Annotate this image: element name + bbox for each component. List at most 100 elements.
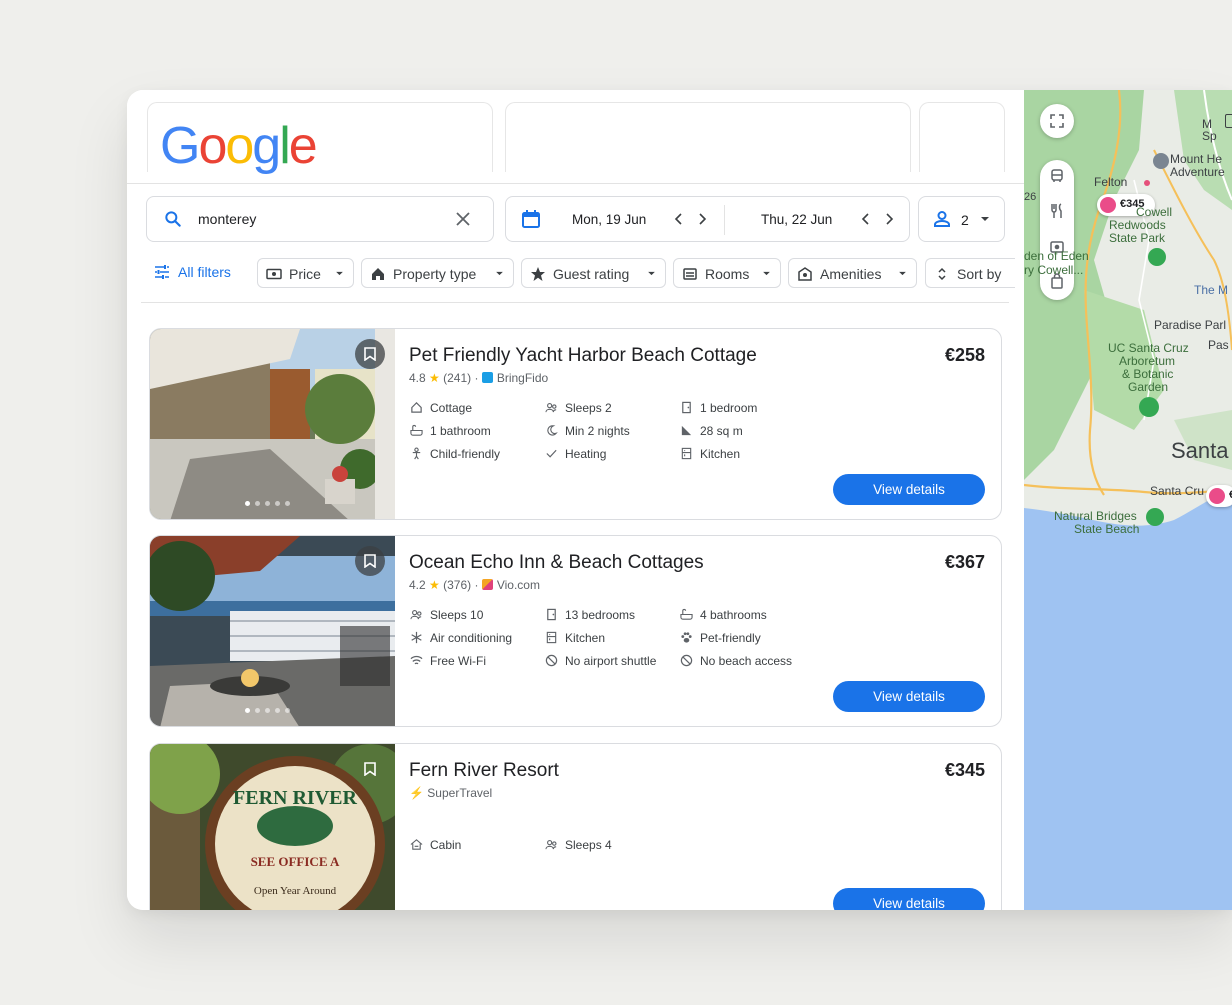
checkin-date[interactable]: Mon, 19 Jun bbox=[572, 212, 646, 227]
guest-count: 2 bbox=[961, 212, 969, 228]
view-details-button[interactable]: View details bbox=[833, 474, 985, 505]
filter-chip-label: Guest rating bbox=[553, 266, 630, 282]
results-panel: Google monterey Mon, 19 Jun Thu, 22 Jun … bbox=[127, 90, 1024, 910]
filter-chip-label: Price bbox=[289, 266, 321, 282]
search-icon bbox=[165, 211, 181, 227]
map-label: Santa bbox=[1171, 438, 1229, 463]
property-photo[interactable] bbox=[150, 536, 395, 726]
caret-down-icon bbox=[648, 271, 655, 276]
map-label: Cowell bbox=[1136, 205, 1173, 219]
map-label: The M bbox=[1194, 283, 1229, 297]
property-title[interactable]: Pet Friendly Yacht Harbor Beach Cottage bbox=[409, 345, 757, 367]
filter-chip-price[interactable]: Price bbox=[257, 258, 354, 288]
chevron-right-icon[interactable] bbox=[881, 211, 897, 227]
park-icon bbox=[1148, 248, 1166, 266]
photo-pagination bbox=[245, 700, 295, 718]
person-icon bbox=[934, 211, 950, 227]
logo-letter: e bbox=[288, 117, 318, 175]
people-icon bbox=[545, 403, 557, 413]
checkout-date[interactable]: Thu, 22 Jun bbox=[761, 212, 832, 227]
property-title[interactable]: Ocean Echo Inn & Beach Cottages bbox=[409, 552, 704, 574]
header-card bbox=[919, 102, 1005, 172]
star-icon bbox=[531, 267, 545, 281]
map-layer-controls bbox=[1040, 160, 1074, 300]
calendar-icon[interactable] bbox=[521, 209, 541, 229]
rating-value: 4.2 bbox=[409, 578, 426, 592]
map-label: ry Cowell... bbox=[1024, 263, 1084, 277]
svg-text:FERN RIVER: FERN RIVER bbox=[233, 787, 357, 809]
fullscreen-button[interactable] bbox=[1040, 104, 1074, 138]
map-label: Redwoods bbox=[1109, 218, 1166, 232]
price-pin[interactable]: € bbox=[1206, 485, 1232, 507]
property-price: €367 bbox=[944, 552, 985, 572]
logo-letter: o bbox=[198, 117, 227, 175]
header-card bbox=[505, 102, 911, 172]
map-label: Garden bbox=[1128, 380, 1169, 394]
property-title[interactable]: Fern River Resort bbox=[409, 760, 559, 782]
property-price: €345 bbox=[944, 760, 985, 780]
cabin-icon bbox=[410, 839, 423, 850]
money-icon bbox=[266, 268, 282, 280]
result-card[interactable]: Ocean Echo Inn & Beach Cottages €367 4.2… bbox=[149, 535, 1002, 727]
map-label: State Park bbox=[1109, 231, 1166, 245]
source-name: BringFido bbox=[496, 371, 549, 385]
filter-chip-sort-by[interactable]: Sort by bbox=[925, 258, 1015, 288]
bringfido-icon bbox=[481, 372, 493, 383]
bookmark-button[interactable] bbox=[355, 754, 385, 784]
bookmark-button[interactable] bbox=[355, 339, 385, 369]
restaurant-icon bbox=[1051, 203, 1062, 218]
filter-chip-label: Amenities bbox=[820, 266, 882, 282]
people-icon bbox=[410, 610, 422, 620]
filter-chip-guest-rating[interactable]: Guest rating bbox=[521, 258, 666, 288]
vio-icon bbox=[481, 579, 493, 590]
property-photo[interactable]: FERN RIVER SEE OFFICE A Open Year Around bbox=[150, 744, 395, 910]
snowflake-icon bbox=[411, 631, 422, 644]
divider bbox=[127, 183, 1024, 184]
house-icon bbox=[372, 268, 384, 280]
chevron-left-icon[interactable] bbox=[858, 211, 874, 227]
fullscreen-icon bbox=[1050, 114, 1064, 128]
result-card[interactable]: FERN RIVER SEE OFFICE A Open Year Around… bbox=[149, 743, 1002, 910]
bookmark-icon bbox=[364, 554, 376, 568]
filter-chip-label: Property type bbox=[393, 266, 477, 282]
map-label: Natural Bridges bbox=[1054, 509, 1137, 523]
map-icon bbox=[1225, 114, 1232, 128]
map-label: & Botanic bbox=[1122, 367, 1174, 381]
block-icon bbox=[545, 654, 558, 667]
search-field[interactable]: monterey bbox=[146, 196, 494, 242]
people-icon bbox=[545, 840, 557, 850]
date-picker[interactable]: Mon, 19 Jun Thu, 22 Jun bbox=[505, 196, 910, 242]
search-input[interactable]: monterey bbox=[198, 211, 256, 227]
map-panel[interactable]: M Sp Mount He Adventure Felton 26 €345 C… bbox=[1024, 90, 1232, 910]
rating-value: 4.8 bbox=[409, 371, 426, 385]
filter-chip-property-type[interactable]: Property type bbox=[361, 258, 514, 288]
restaurants-layer-button[interactable] bbox=[1049, 203, 1065, 224]
chevron-right-icon[interactable] bbox=[694, 211, 710, 227]
result-card[interactable]: Pet Friendly Yacht Harbor Beach Cottage … bbox=[149, 328, 1002, 520]
filter-chip-amenities[interactable]: Amenities bbox=[788, 258, 917, 288]
property-price: €258 bbox=[944, 345, 985, 365]
map-label: Pas bbox=[1208, 338, 1229, 352]
transit-layer-button[interactable] bbox=[1049, 168, 1065, 189]
kitchen-icon bbox=[681, 447, 692, 460]
guests-selector[interactable]: 2 bbox=[918, 196, 1005, 242]
wifi-icon bbox=[410, 655, 423, 665]
door-icon bbox=[682, 401, 691, 414]
view-details-button[interactable]: View details bbox=[833, 681, 985, 712]
property-photo[interactable] bbox=[150, 329, 395, 519]
chevron-left-icon[interactable] bbox=[671, 211, 687, 227]
park-icon bbox=[1146, 508, 1164, 526]
bookmark-button[interactable] bbox=[355, 546, 385, 576]
logo-letter: G bbox=[160, 117, 200, 175]
svg-text:SEE OFFICE A: SEE OFFICE A bbox=[251, 854, 340, 869]
supertravel-icon: ⚡ bbox=[409, 786, 424, 800]
review-count: (376) bbox=[443, 578, 472, 592]
map-label: Arboretum bbox=[1119, 354, 1176, 368]
filter-bar: All filters Price Property type Guest ra… bbox=[127, 256, 1024, 290]
ruler-icon bbox=[681, 425, 692, 436]
bed-icon bbox=[683, 268, 697, 280]
view-details-button[interactable]: View details bbox=[833, 888, 985, 910]
close-icon[interactable] bbox=[455, 211, 471, 227]
google-logo[interactable]: Google bbox=[160, 116, 318, 176]
filter-chip-rooms[interactable]: Rooms bbox=[673, 258, 781, 288]
